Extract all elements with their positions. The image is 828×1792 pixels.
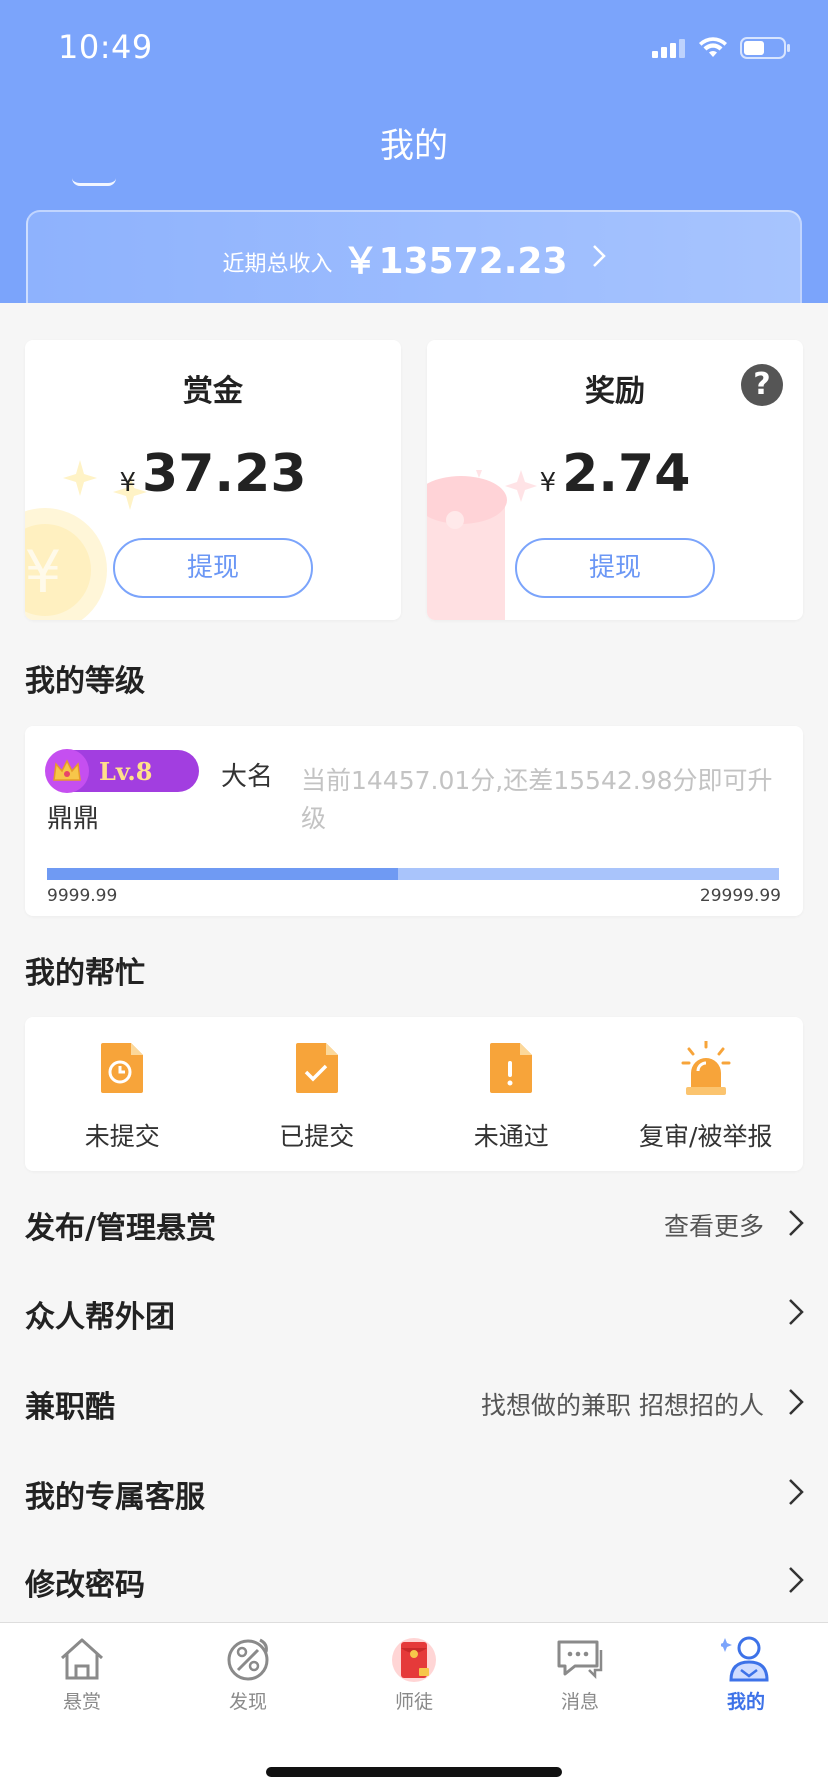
pending-doc-icon — [99, 1041, 145, 1099]
red-envelope-icon — [359, 1633, 469, 1685]
submitted-doc-icon — [294, 1041, 340, 1099]
level-badge: Lv.8 — [45, 749, 199, 793]
currency-symbol: ¥ — [539, 468, 557, 498]
income-label: 近期总收入 — [222, 251, 333, 277]
help-section-title: 我的帮忙 — [25, 956, 145, 991]
tab-label: 消息 — [560, 1691, 599, 1713]
help-item-pending[interactable]: 未提交 — [25, 1017, 220, 1171]
help-item-label: 未通过 — [473, 1122, 549, 1151]
tab-messages[interactable]: 消息 — [525, 1633, 635, 1714]
bounty-card: ¥ 赏金 ¥37.23 提现 — [25, 340, 401, 620]
tab-label: 我的 — [726, 1691, 765, 1713]
chevron-right-icon — [788, 1209, 804, 1241]
level-progress-fill — [47, 868, 399, 880]
wifi-icon — [698, 37, 728, 63]
level-card[interactable]: 大名鼎鼎 Lv.8 当前14457.01分,还差15542.98分即可升级 99… — [25, 726, 803, 916]
reward-withdraw-button[interactable]: 提现 — [515, 538, 715, 598]
status-bar: 10:49 — [0, 0, 828, 100]
discover-icon — [193, 1633, 303, 1685]
tab-bounty[interactable]: 悬赏 — [27, 1633, 137, 1714]
message-icon — [525, 1633, 635, 1685]
menu-title: 众人帮外团 — [25, 1300, 175, 1335]
menu-title: 发布/管理悬赏 — [25, 1211, 216, 1246]
chevron-right-icon — [788, 1298, 804, 1330]
svg-text:¥: ¥ — [25, 538, 61, 606]
reward-title: 奖励 — [585, 374, 645, 409]
tab-label: 发现 — [228, 1691, 267, 1713]
bounty-value: 37.23 — [142, 444, 307, 504]
tab-mentor[interactable]: 师徒 — [359, 1633, 469, 1714]
currency-symbol: ¥ — [119, 468, 137, 498]
menu-row-part-time[interactable]: 兼职酷 找想做的兼职 招想招的人 — [0, 1360, 828, 1448]
help-card: 未提交 已提交 未通过 复审/被举报 — [25, 1017, 803, 1171]
menu-row-change-password[interactable]: 修改密码 — [0, 1538, 828, 1626]
progress-min-label: 9999.99 — [47, 886, 118, 906]
bounty-title: 赏金 — [183, 374, 243, 409]
tab-label: 师徒 — [394, 1691, 433, 1713]
home-indicator — [266, 1767, 562, 1777]
tab-label: 悬赏 — [62, 1691, 101, 1713]
header: 10:49 我的 近期总收入 ￥13572.23 — [0, 0, 828, 303]
help-item-rejected[interactable]: 未通过 — [414, 1017, 609, 1171]
level-description: 当前14457.01分,还差15542.98分即可升级 — [301, 766, 773, 833]
alarm-icon — [681, 1039, 731, 1103]
battery-icon — [740, 36, 792, 64]
income-summary[interactable]: 近期总收入 ￥13572.23 — [26, 210, 802, 303]
level-section-title: 我的等级 — [25, 664, 145, 699]
home-icon — [27, 1633, 137, 1685]
level-progress-bar — [47, 868, 779, 880]
help-item-label: 复审/被举报 — [639, 1122, 773, 1151]
avatar — [72, 178, 116, 186]
help-item-label: 已提交 — [279, 1122, 355, 1151]
menu-title: 兼职酷 — [25, 1390, 115, 1425]
help-item-label: 未提交 — [84, 1122, 160, 1151]
menu-title: 我的专属客服 — [25, 1480, 205, 1515]
menu-row-customer-service[interactable]: 我的专属客服 — [0, 1450, 828, 1538]
status-time: 10:49 — [58, 28, 153, 66]
reward-value: 2.74 — [562, 444, 691, 504]
chevron-right-icon — [788, 1566, 804, 1598]
chevron-right-icon — [788, 1388, 804, 1420]
menu-row-group[interactable]: 众人帮外团 — [0, 1270, 828, 1358]
bounty-withdraw-button[interactable]: 提现 — [113, 538, 313, 598]
tab-profile[interactable]: 我的 — [691, 1633, 801, 1714]
help-item-review[interactable]: 复审/被举报 — [609, 1017, 804, 1171]
chevron-right-icon — [788, 1478, 804, 1510]
rejected-doc-icon — [488, 1041, 534, 1099]
menu-row-publish-manage[interactable]: 发布/管理悬赏 查看更多 — [0, 1181, 828, 1269]
tab-discover[interactable]: 发现 — [193, 1633, 303, 1714]
help-item-submitted[interactable]: 已提交 — [220, 1017, 415, 1171]
page-title: 我的 — [380, 126, 448, 166]
progress-max-label: 29999.99 — [699, 886, 781, 906]
income-value: ￥13572.23 — [342, 240, 568, 282]
menu-title: 修改密码 — [25, 1568, 145, 1603]
reward-card: ? 奖励 ¥2.74 提现 — [427, 340, 803, 620]
status-icons — [652, 36, 792, 64]
profile-icon — [691, 1633, 801, 1685]
level-text: Lv.8 — [99, 756, 153, 786]
crown-icon — [45, 749, 89, 793]
menu-hint: 找想做的兼职 招想招的人 — [481, 1391, 764, 1420]
chevron-right-icon — [592, 244, 606, 272]
reward-amount: ¥2.74 — [427, 444, 803, 504]
menu-hint: 查看更多 — [663, 1212, 764, 1241]
signal-icon — [652, 38, 686, 62]
bounty-amount: ¥37.23 — [25, 444, 401, 504]
